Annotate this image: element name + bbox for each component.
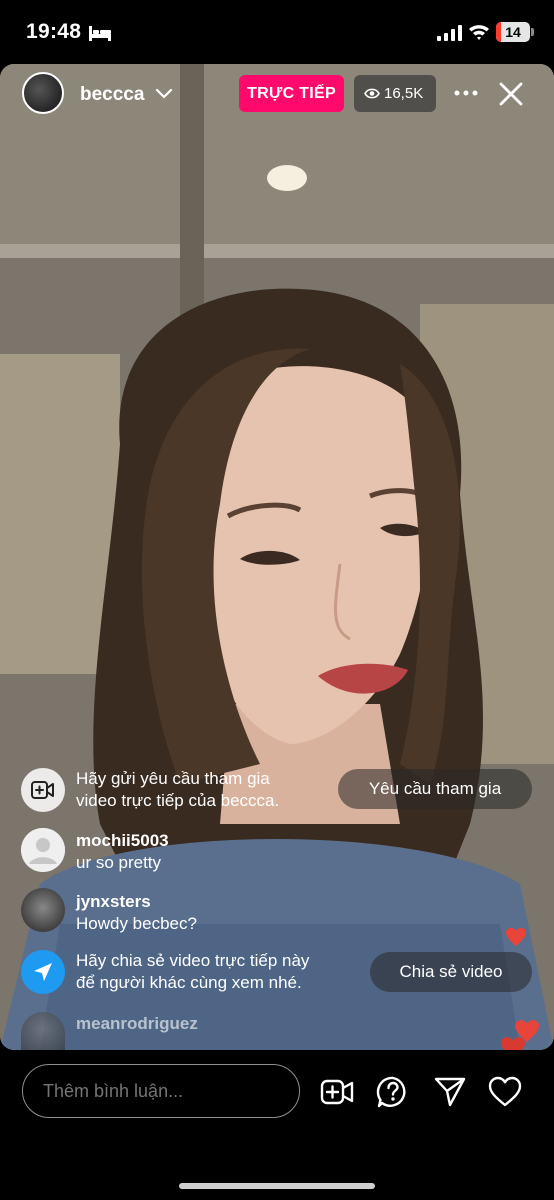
- more-options-icon[interactable]: [454, 88, 478, 98]
- cellular-signal-icon: [437, 25, 462, 41]
- send-icon: [34, 963, 52, 981]
- viewer-count: 16,5K: [384, 85, 424, 102]
- close-icon[interactable]: [498, 81, 524, 107]
- comment-username[interactable]: jynxsters: [76, 891, 197, 913]
- comment-item: mochii5003 ur so pretty: [76, 830, 169, 874]
- default-avatar-icon: [21, 828, 65, 872]
- floating-heart-icon: [506, 927, 526, 947]
- add-video-icon[interactable]: [320, 1075, 354, 1109]
- chevron-down-icon[interactable]: [154, 86, 174, 102]
- comment-text: ur so pretty: [76, 853, 162, 872]
- host-name[interactable]: beccca: [80, 84, 144, 106]
- home-indicator[interactable]: [179, 1183, 375, 1189]
- share-icon-button[interactable]: [21, 950, 65, 994]
- avatar[interactable]: [21, 888, 65, 932]
- message-line: Hãy gửi yêu cầu tham gia: [76, 769, 270, 788]
- message-line: video trực tiếp của beccca.: [76, 791, 280, 810]
- comment-item: meanrodriguez: [76, 1013, 198, 1035]
- heart-icon[interactable]: [488, 1075, 522, 1109]
- question-icon[interactable]: [376, 1075, 410, 1109]
- bed-icon: [89, 26, 111, 41]
- battery-indicator: 14: [496, 22, 530, 42]
- message-line: để người khác cùng xem nhé.: [76, 973, 302, 992]
- comment-item: jynxsters Howdy becbec?: [76, 891, 197, 935]
- battery-level: 14: [505, 24, 521, 40]
- comment-text: Howdy becbec?: [76, 914, 197, 933]
- comment-username[interactable]: mochii5003: [76, 830, 169, 852]
- request-join-icon-button[interactable]: [21, 768, 65, 812]
- live-badge: TRỰC TIẾP: [239, 75, 344, 112]
- comment-input[interactable]: [22, 1064, 300, 1118]
- request-join-button[interactable]: Yêu cầu tham gia: [338, 769, 532, 809]
- share-video-button[interactable]: Chia sẻ video: [370, 952, 532, 992]
- status-time: 19:48: [26, 20, 82, 43]
- send-icon[interactable]: [433, 1075, 467, 1109]
- share-message: Hãy chia sẻ video trực tiếp này để người…: [76, 950, 309, 994]
- host-avatar[interactable]: [22, 72, 64, 114]
- wifi-icon: [469, 25, 489, 40]
- battery-fill: [496, 22, 501, 42]
- avatar[interactable]: [21, 828, 65, 872]
- avatar[interactable]: [21, 1012, 65, 1050]
- viewer-count-badge[interactable]: 16,5K: [354, 75, 436, 112]
- video-add-icon: [31, 781, 54, 799]
- status-bar: 19:48 14: [0, 0, 554, 64]
- battery-tip: [531, 28, 534, 36]
- request-join-message: Hãy gửi yêu cầu tham gia video trực tiếp…: [76, 768, 279, 812]
- comment-username[interactable]: meanrodriguez: [76, 1013, 198, 1035]
- message-line: Hãy chia sẻ video trực tiếp này: [76, 951, 310, 970]
- eye-icon: [364, 88, 380, 99]
